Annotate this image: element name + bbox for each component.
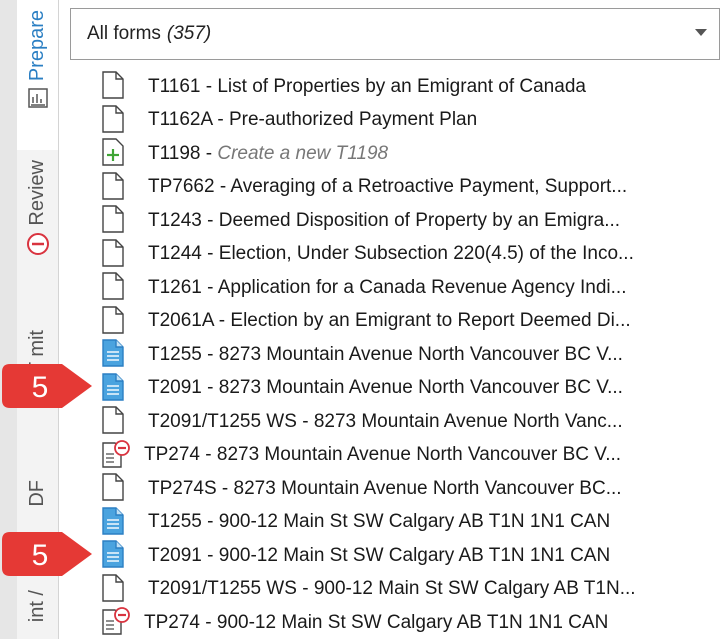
filled-doc-icon [100,539,130,572]
blank-doc-icon [100,573,130,606]
error-doc-icon [100,439,130,472]
tab-print[interactable]: int / [17,590,58,639]
form-title: T1161 - List of Properties by an Emigran… [148,75,586,97]
error-doc-icon [100,606,130,639]
form-list-item[interactable]: TP274 - 8273 Mountain Avenue North Vanco… [100,439,700,473]
form-title: T1261 - Application for a Canada Revenue… [148,276,627,298]
form-title: TP274 - 900-12 Main St SW Calgary AB T1N… [144,611,609,633]
form-title: TP274 - 8273 Mountain Avenue North Vanco… [144,444,622,466]
form-list-item[interactable]: TP7662 - Averaging of a Retroactive Paym… [100,171,700,205]
filled-doc-icon [100,372,130,405]
tab-review[interactable]: Review [17,160,58,300]
blank-doc-icon [100,472,130,505]
minus-circle-icon [26,232,50,261]
callout-badge: 5 [0,524,96,584]
form-title: T2091 - 8273 Mountain Avenue North Vanco… [148,377,623,399]
blank-doc-icon [100,104,130,137]
dropdown-count: (357) [166,23,212,44]
form-list-item[interactable]: T1255 - 8273 Mountain Avenue North Vanco… [100,338,700,372]
form-list-item[interactable]: T1255 - 900-12 Main St SW Calgary AB T1N… [100,506,700,540]
form-title: T2091/T1255 WS - 900-12 Main St SW Calga… [148,578,636,600]
form-title: TP274S - 8273 Mountain Avenue North Vanc… [148,477,622,499]
form-title: T2061A - Election by an Emigrant to Repo… [148,310,631,332]
form-list-item[interactable]: T2091/T1255 WS - 8273 Mountain Avenue No… [100,405,700,439]
dropdown-label: All forms (357) [87,23,212,44]
form-title: T1255 - 900-12 Main St SW Calgary AB T1N… [148,511,611,533]
form-title: TP7662 - Averaging of a Retroactive Paym… [148,176,628,198]
tab-prepare-label: Prepare [26,10,48,82]
form-list-item[interactable]: T2091 - 900-12 Main St SW Calgary AB T1N… [100,539,700,573]
forms-list: T1161 - List of Properties by an Emigran… [100,70,700,640]
form-list-item[interactable]: T2061A - Election by an Emigrant to Repo… [100,305,700,339]
callout-number: 5 [32,371,49,404]
add-doc-icon [100,137,130,170]
blank-doc-icon [100,204,130,237]
form-title: T1255 - 8273 Mountain Avenue North Vanco… [148,343,623,365]
form-title: T1244 - Election, Under Subsection 220(4… [148,243,634,265]
blank-doc-icon [100,271,130,304]
form-title: T1198 - Create a new T1198 [148,142,389,164]
form-list-item[interactable]: T1162A - Pre-authorized Payment Plan [100,104,700,138]
form-list-item[interactable]: T2091/T1255 WS - 900-12 Main St SW Calga… [100,573,700,607]
form-title: T2091 - 900-12 Main St SW Calgary AB T1N… [148,544,611,566]
blank-doc-icon [100,238,130,271]
tab-pdf-label: DF [26,480,48,507]
form-list-item[interactable]: T1243 - Deemed Disposition of Property b… [100,204,700,238]
form-chart-icon [27,87,49,114]
filled-doc-icon [100,338,130,371]
forms-filter-dropdown[interactable]: All forms (357) [70,8,720,60]
form-list-item[interactable]: T1261 - Application for a Canada Revenue… [100,271,700,305]
form-list-item[interactable]: TP274S - 8273 Mountain Avenue North Vanc… [100,472,700,506]
filled-doc-icon [100,506,130,539]
blank-doc-icon [100,305,130,338]
tab-review-label: Review [26,160,48,226]
tab-prepare[interactable]: Prepare [17,0,58,150]
chevron-down-icon[interactable] [695,29,707,36]
form-list-item[interactable]: TP274 - 900-12 Main St SW Calgary AB T1N… [100,606,700,640]
tab-print-label: int / [26,590,48,623]
blank-doc-icon [100,171,130,204]
callout-number: 5 [32,539,49,572]
callout-badge: 5 [0,356,96,416]
form-list-item[interactable]: T1161 - List of Properties by an Emigran… [100,70,700,104]
blank-doc-icon [100,70,130,103]
form-title: T1162A - Pre-authorized Payment Plan [148,109,478,131]
form-list-item[interactable]: T2091 - 8273 Mountain Avenue North Vanco… [100,372,700,406]
blank-doc-icon [100,405,130,438]
form-title: T2091/T1255 WS - 8273 Mountain Avenue No… [148,410,623,432]
form-title: T1243 - Deemed Disposition of Property b… [148,209,621,231]
form-list-item[interactable]: T1244 - Election, Under Subsection 220(4… [100,238,700,272]
form-list-item[interactable]: T1198 - Create a new T1198 [100,137,700,171]
